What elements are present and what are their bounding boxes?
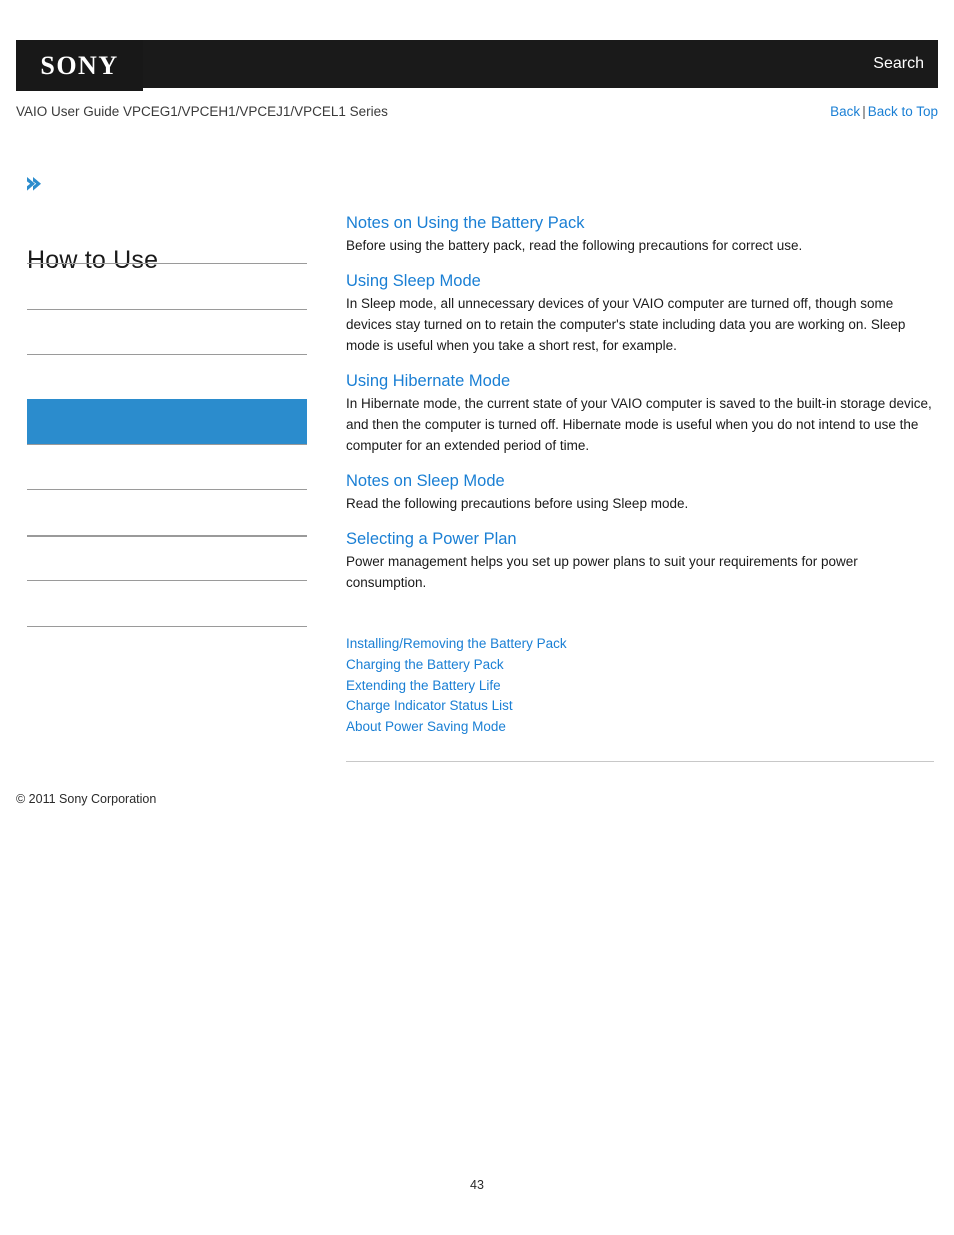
section-title-link[interactable]: Notes on Using the Battery Pack (346, 212, 934, 234)
related-link-installing-removing-the-battery-pack[interactable]: Installing/Removing the Battery Pack (346, 634, 934, 655)
chevron-right-icon[interactable] (24, 174, 44, 194)
sony-logo[interactable]: SONY (16, 40, 143, 91)
guide-title: VAIO User Guide VPCEG1/VPCEH1/VPCEJ1/VPC… (16, 104, 388, 119)
sony-logo-text: SONY (40, 50, 119, 80)
sidebar-item-1[interactable] (27, 263, 307, 309)
header-nav-links: Back | Back to Top (830, 103, 938, 121)
section-title-link[interactable]: Using Sleep Mode (346, 270, 934, 292)
related-link-charge-indicator-status-list[interactable]: Charge Indicator Status List (346, 696, 934, 717)
section-body: Read the following precautions before us… (346, 496, 689, 511)
search-button[interactable]: Search (873, 54, 924, 74)
section-title-link[interactable]: Selecting a Power Plan (346, 528, 934, 550)
copyright-text: © 2011 Sony Corporation (16, 792, 157, 806)
sidebar-item-3[interactable] (27, 354, 307, 399)
related-link-extending-the-battery-life[interactable]: Extending the Battery Life (346, 676, 934, 697)
section-selecting-a-power-plan: Selecting a Power Plan Power management … (346, 528, 934, 593)
sidebar-list-end-rule (27, 626, 307, 627)
site-header-bar (16, 40, 938, 88)
sidebar-item-5[interactable] (27, 444, 307, 489)
section-body: In Sleep mode, all unnecessary devices o… (346, 296, 906, 353)
section-using-hibernate-mode: Using Hibernate Mode In Hibernate mode, … (346, 370, 934, 456)
section-title-link[interactable]: Using Hibernate Mode (346, 370, 934, 392)
main-content: Notes on Using the Battery Pack Before u… (346, 212, 934, 593)
link-separator: | (862, 104, 866, 119)
sidebar-nav-list (27, 263, 307, 627)
section-body: Power management helps you set up power … (346, 554, 858, 590)
section-notes-on-sleep-mode: Notes on Sleep Mode Read the following p… (346, 470, 934, 514)
section-title-link[interactable]: Notes on Sleep Mode (346, 470, 934, 492)
section-using-sleep-mode: Using Sleep Mode In Sleep mode, all unne… (346, 270, 934, 356)
sidebar-item-6[interactable] (27, 489, 307, 535)
content-divider (346, 761, 934, 762)
related-link-charging-the-battery-pack[interactable]: Charging the Battery Pack (346, 655, 934, 676)
related-link-about-power-saving-mode[interactable]: About Power Saving Mode (346, 717, 934, 738)
sidebar-item-2[interactable] (27, 309, 307, 354)
sidebar-item-8[interactable] (27, 580, 307, 626)
sidebar-item-7[interactable] (27, 535, 307, 580)
back-to-top-link[interactable]: Back to Top (868, 104, 938, 119)
page-number: 43 (470, 1178, 484, 1192)
back-link[interactable]: Back (830, 104, 860, 119)
related-links-list: Installing/Removing the Battery Pack Cha… (346, 634, 934, 738)
section-body: In Hibernate mode, the current state of … (346, 396, 932, 453)
section-notes-on-using-the-battery-pack: Notes on Using the Battery Pack Before u… (346, 212, 934, 256)
section-body: Before using the battery pack, read the … (346, 238, 803, 253)
sidebar-item-selected[interactable] (27, 399, 307, 444)
